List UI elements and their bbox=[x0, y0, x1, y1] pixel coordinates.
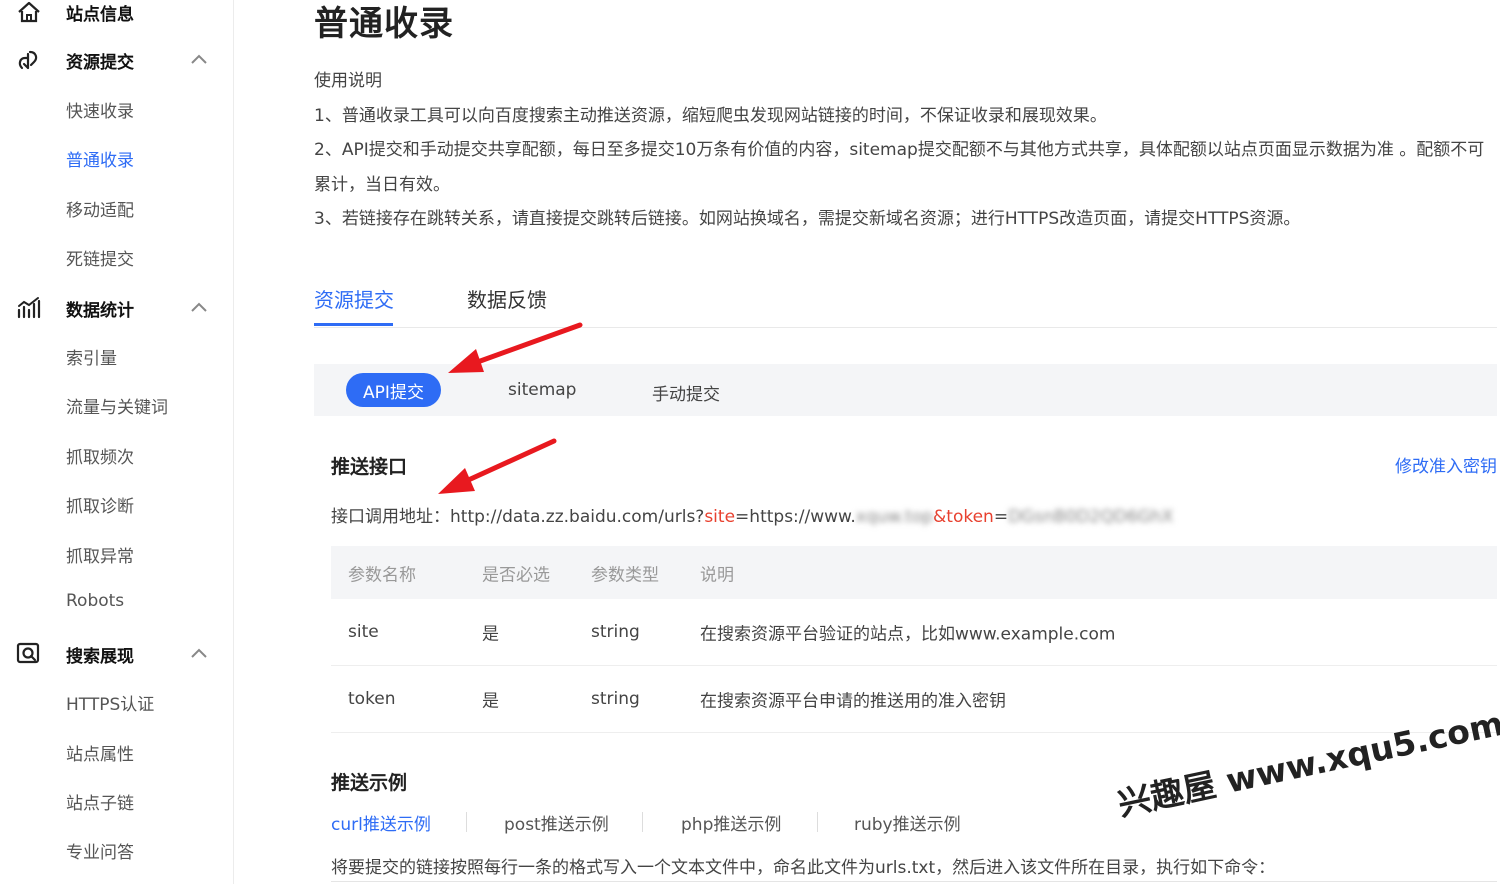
instructions-heading: 使用说明 bbox=[314, 71, 382, 91]
example-tab-curl[interactable]: curl推送示例 bbox=[331, 810, 431, 835]
tab-divider bbox=[466, 812, 467, 832]
sidebar-group-label: 站点信息 bbox=[66, 4, 134, 25]
sidebar-group-resource-submit[interactable]: 资源提交 bbox=[0, 40, 234, 80]
instruction-line-2: 2、API提交和手动提交共享配额，每日至多提交10万条有价值的内容，sitema… bbox=[314, 140, 1485, 160]
sidebar-item-quick-index[interactable]: 快速收录 bbox=[66, 97, 134, 122]
table-cell: 在搜索资源平台验证的站点，比如www.example.com bbox=[700, 624, 1116, 645]
tab-resource-submit[interactable]: 资源提交 bbox=[314, 284, 394, 313]
tab-divider bbox=[642, 812, 643, 832]
table-cell: string bbox=[591, 622, 640, 642]
sidebar-item-normal-index[interactable]: 普通收录 bbox=[66, 146, 134, 171]
example-tabs: curl推送示例 post推送示例 php推送示例 ruby推送示例 bbox=[331, 808, 1431, 836]
table-cell: 是 bbox=[482, 624, 499, 645]
table-cell: 在搜索资源平台申请的推送用的准入密钥 bbox=[700, 691, 1006, 712]
api-url-line: 接口调用地址：http://data.zz.baidu.com/urls?sit… bbox=[331, 502, 1173, 527]
example-tab-ruby[interactable]: ruby推送示例 bbox=[854, 810, 961, 835]
sidebar-item-site-attributes[interactable]: 站点属性 bbox=[66, 740, 134, 765]
sidebar-item-crawl-frequency[interactable]: 抓取频次 bbox=[66, 443, 134, 468]
subtab-manual-submit[interactable]: 手动提交 bbox=[652, 380, 720, 405]
sidebar-item-crawl-errors[interactable]: 抓取异常 bbox=[66, 542, 134, 567]
tab-data-feedback[interactable]: 数据反馈 bbox=[467, 284, 547, 313]
param-table: 参数名称 是否必选 参数类型 说明 site 是 string 在搜索资源平台验… bbox=[331, 546, 1497, 733]
token-param-eq: = bbox=[993, 507, 1009, 527]
table-cell: token bbox=[348, 689, 396, 709]
api-url-prefix[interactable]: http://data.zz.baidu.com/urls? bbox=[450, 507, 704, 527]
sidebar-group-site-info[interactable]: 站点信息 bbox=[0, 0, 234, 32]
sidebar-group-data-stats[interactable]: 数据统计 bbox=[0, 288, 234, 328]
sidebar-item-robots[interactable]: Robots bbox=[66, 591, 124, 611]
sidebar-group-search-display[interactable]: 搜索展现 bbox=[0, 634, 234, 674]
instruction-line-2-cont: 累计，当日有效。 bbox=[314, 175, 450, 195]
token-param-key: &token bbox=[933, 507, 994, 527]
sidebar-item-https-cert[interactable]: HTTPS认证 bbox=[66, 690, 154, 715]
sidebar-item-mobile-adapt[interactable]: 移动适配 bbox=[66, 196, 134, 221]
upload-link-icon bbox=[18, 50, 38, 70]
home-icon bbox=[18, 1, 40, 23]
example-tab-php[interactable]: php推送示例 bbox=[681, 810, 781, 835]
sidebar-group-label: 搜索展现 bbox=[66, 646, 134, 667]
subtab-sitemap[interactable]: sitemap bbox=[508, 380, 576, 400]
table-header-row: 参数名称 是否必选 参数类型 说明 bbox=[331, 546, 1497, 599]
sidebar-item-pro-qa[interactable]: 专业问答 bbox=[66, 838, 134, 863]
table-cell: 是 bbox=[482, 691, 499, 712]
red-arrow-icon bbox=[448, 322, 583, 373]
search-display-icon bbox=[16, 642, 40, 664]
chevron-up-icon[interactable] bbox=[190, 647, 208, 659]
push-api-title: 推送接口 bbox=[331, 456, 408, 478]
example-tab-post[interactable]: post推送示例 bbox=[504, 810, 609, 835]
sidebar-group-label: 资源提交 bbox=[66, 52, 134, 73]
red-arrow-icon bbox=[438, 438, 557, 494]
chevron-up-icon[interactable] bbox=[190, 53, 208, 65]
api-url-label: 接口调用地址： bbox=[331, 507, 450, 527]
chevron-up-icon[interactable] bbox=[190, 301, 208, 313]
sidebar: 站点信息 资源提交 快速收录 普通收录 移动适配 死链提交 数据统计 索引量 流… bbox=[0, 0, 234, 884]
site-param-key: site bbox=[704, 507, 736, 527]
token-blurred-value: DGsnB0D2QD6GhX bbox=[1008, 507, 1174, 527]
table-cell: string bbox=[591, 689, 640, 709]
table-cell: site bbox=[348, 622, 379, 642]
table-row: token 是 string 在搜索资源平台申请的推送用的准入密钥 bbox=[331, 666, 1497, 733]
instruction-line-3: 3、若链接存在跳转关系，请直接提交跳转后链接。如网站换域名，需提交新域名资源；进… bbox=[314, 209, 1301, 229]
table-row: site 是 string 在搜索资源平台验证的站点，比如www.example… bbox=[331, 599, 1497, 666]
edit-access-key-link[interactable]: 修改准入密钥 bbox=[1395, 452, 1497, 477]
col-header-type: 参数类型 bbox=[591, 565, 659, 585]
page-title: 普通收录 bbox=[314, 4, 454, 44]
site-blurred-value: xquw.top bbox=[855, 507, 934, 527]
sidebar-item-dead-link[interactable]: 死链提交 bbox=[66, 245, 134, 270]
chart-icon bbox=[17, 297, 41, 319]
tab-divider bbox=[817, 812, 818, 832]
col-header-description: 说明 bbox=[700, 565, 734, 585]
example-description: 将要提交的链接按照每行一条的格式写入一个文本文件中，命名此文件为urls.txt… bbox=[331, 858, 1276, 878]
sidebar-item-traffic-keywords[interactable]: 流量与关键词 bbox=[66, 393, 168, 418]
col-header-param-name: 参数名称 bbox=[348, 565, 416, 585]
site-param-eq: =https://www. bbox=[735, 507, 856, 527]
col-header-required: 是否必选 bbox=[482, 565, 550, 585]
sidebar-item-site-sublinks[interactable]: 站点子链 bbox=[66, 789, 134, 814]
instruction-line-1: 1、普通收录工具可以向百度搜索主动推送资源，缩短爬虫发现网站链接的时间，不保证收… bbox=[314, 106, 1107, 126]
sidebar-group-label: 数据统计 bbox=[66, 300, 134, 321]
subtab-api-submit[interactable]: API提交 bbox=[346, 373, 441, 407]
divider bbox=[331, 881, 1497, 882]
sidebar-item-crawl-diagnosis[interactable]: 抓取诊断 bbox=[66, 492, 134, 517]
active-tab-indicator bbox=[314, 323, 393, 326]
sidebar-item-index-volume[interactable]: 索引量 bbox=[66, 344, 117, 369]
push-examples-title: 推送示例 bbox=[331, 772, 408, 794]
